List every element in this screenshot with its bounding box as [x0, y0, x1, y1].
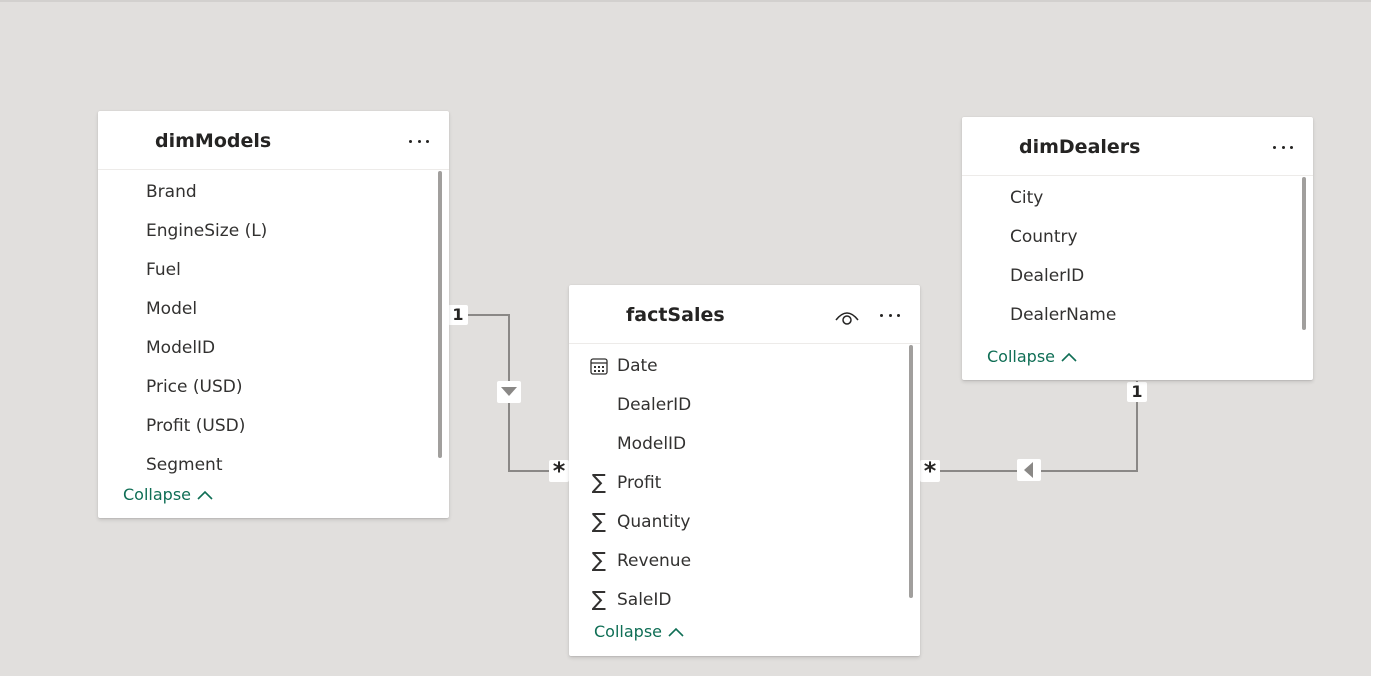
- field-item[interactable]: DealerID: [569, 385, 906, 424]
- chevron-up-icon: [197, 490, 213, 500]
- field-item[interactable]: ∑ SaleID: [569, 580, 906, 619]
- collapse-button[interactable]: Collapse: [987, 347, 1077, 366]
- more-options-icon[interactable]: [406, 131, 432, 151]
- table-title: dimModels: [155, 130, 272, 152]
- sigma-icon: ∑: [591, 470, 607, 494]
- filter-direction-left-icon[interactable]: [1017, 459, 1041, 481]
- field-item[interactable]: Model: [98, 289, 435, 328]
- table-header[interactable]: factSales: [569, 285, 920, 344]
- scrollbar-thumb[interactable]: [438, 171, 442, 458]
- scrollbar-thumb[interactable]: [1302, 177, 1306, 330]
- field-item[interactable]: Fuel: [98, 250, 435, 289]
- more-options-icon[interactable]: [1270, 137, 1296, 157]
- model-canvas[interactable]: 1 * * 1 dimModels Brand EngineSize (L) F…: [0, 0, 1375, 676]
- field-item[interactable]: Profit (USD): [98, 406, 435, 445]
- cardinality-one-label: 1: [1127, 382, 1147, 402]
- chevron-up-icon: [1061, 352, 1077, 362]
- sigma-icon: ∑: [591, 587, 607, 611]
- field-list[interactable]: Brand EngineSize (L) Fuel Model ModelID …: [98, 172, 449, 478]
- sigma-icon: ∑: [591, 548, 607, 572]
- field-item[interactable]: ∑ Profit: [569, 463, 906, 502]
- field-item[interactable]: Price (USD): [98, 367, 435, 406]
- field-item[interactable]: ∑ Revenue: [569, 541, 906, 580]
- more-options-icon[interactable]: [877, 305, 903, 325]
- cardinality-many-label: *: [549, 459, 569, 483]
- table-card-factsales[interactable]: factSales Date DealerID ModelID ∑ Profit…: [569, 285, 920, 656]
- chevron-up-icon: [668, 627, 684, 637]
- sigma-icon: ∑: [591, 509, 607, 533]
- visibility-eye-icon[interactable]: [834, 305, 860, 327]
- field-item[interactable]: Country: [962, 217, 1299, 256]
- calendar-icon: [588, 355, 610, 377]
- field-item[interactable]: DealerID: [962, 256, 1299, 295]
- field-item[interactable]: City: [962, 178, 1299, 217]
- table-title: dimDealers: [1019, 136, 1141, 158]
- field-item[interactable]: ∑ Quantity: [569, 502, 906, 541]
- relationship-line-dealers-sales: [920, 381, 1138, 472]
- cardinality-many-label: *: [920, 459, 940, 483]
- scrollbar-thumb[interactable]: [909, 345, 913, 598]
- field-item[interactable]: Brand: [98, 172, 435, 211]
- field-item[interactable]: Date: [569, 346, 906, 385]
- field-item[interactable]: EngineSize (L): [98, 211, 435, 250]
- table-title: factSales: [626, 304, 725, 326]
- table-card-dimmodels[interactable]: dimModels Brand EngineSize (L) Fuel Mode…: [98, 111, 449, 518]
- field-list[interactable]: Date DealerID ModelID ∑ Profit ∑ Quantit…: [569, 346, 920, 619]
- field-item[interactable]: ModelID: [569, 424, 906, 463]
- filter-direction-down-icon[interactable]: [497, 381, 521, 403]
- table-card-dimdealers[interactable]: dimDealers City Country DealerID DealerN…: [962, 117, 1313, 380]
- field-item[interactable]: Segment: [98, 445, 435, 478]
- collapse-button[interactable]: Collapse: [594, 622, 684, 641]
- field-item[interactable]: ModelID: [98, 328, 435, 367]
- collapse-button[interactable]: Collapse: [123, 485, 213, 504]
- table-header[interactable]: dimModels: [98, 111, 449, 170]
- cardinality-one-label: 1: [448, 305, 468, 325]
- field-list[interactable]: City Country DealerID DealerName: [962, 178, 1313, 334]
- field-item[interactable]: DealerName: [962, 295, 1299, 334]
- table-header[interactable]: dimDealers: [962, 117, 1313, 176]
